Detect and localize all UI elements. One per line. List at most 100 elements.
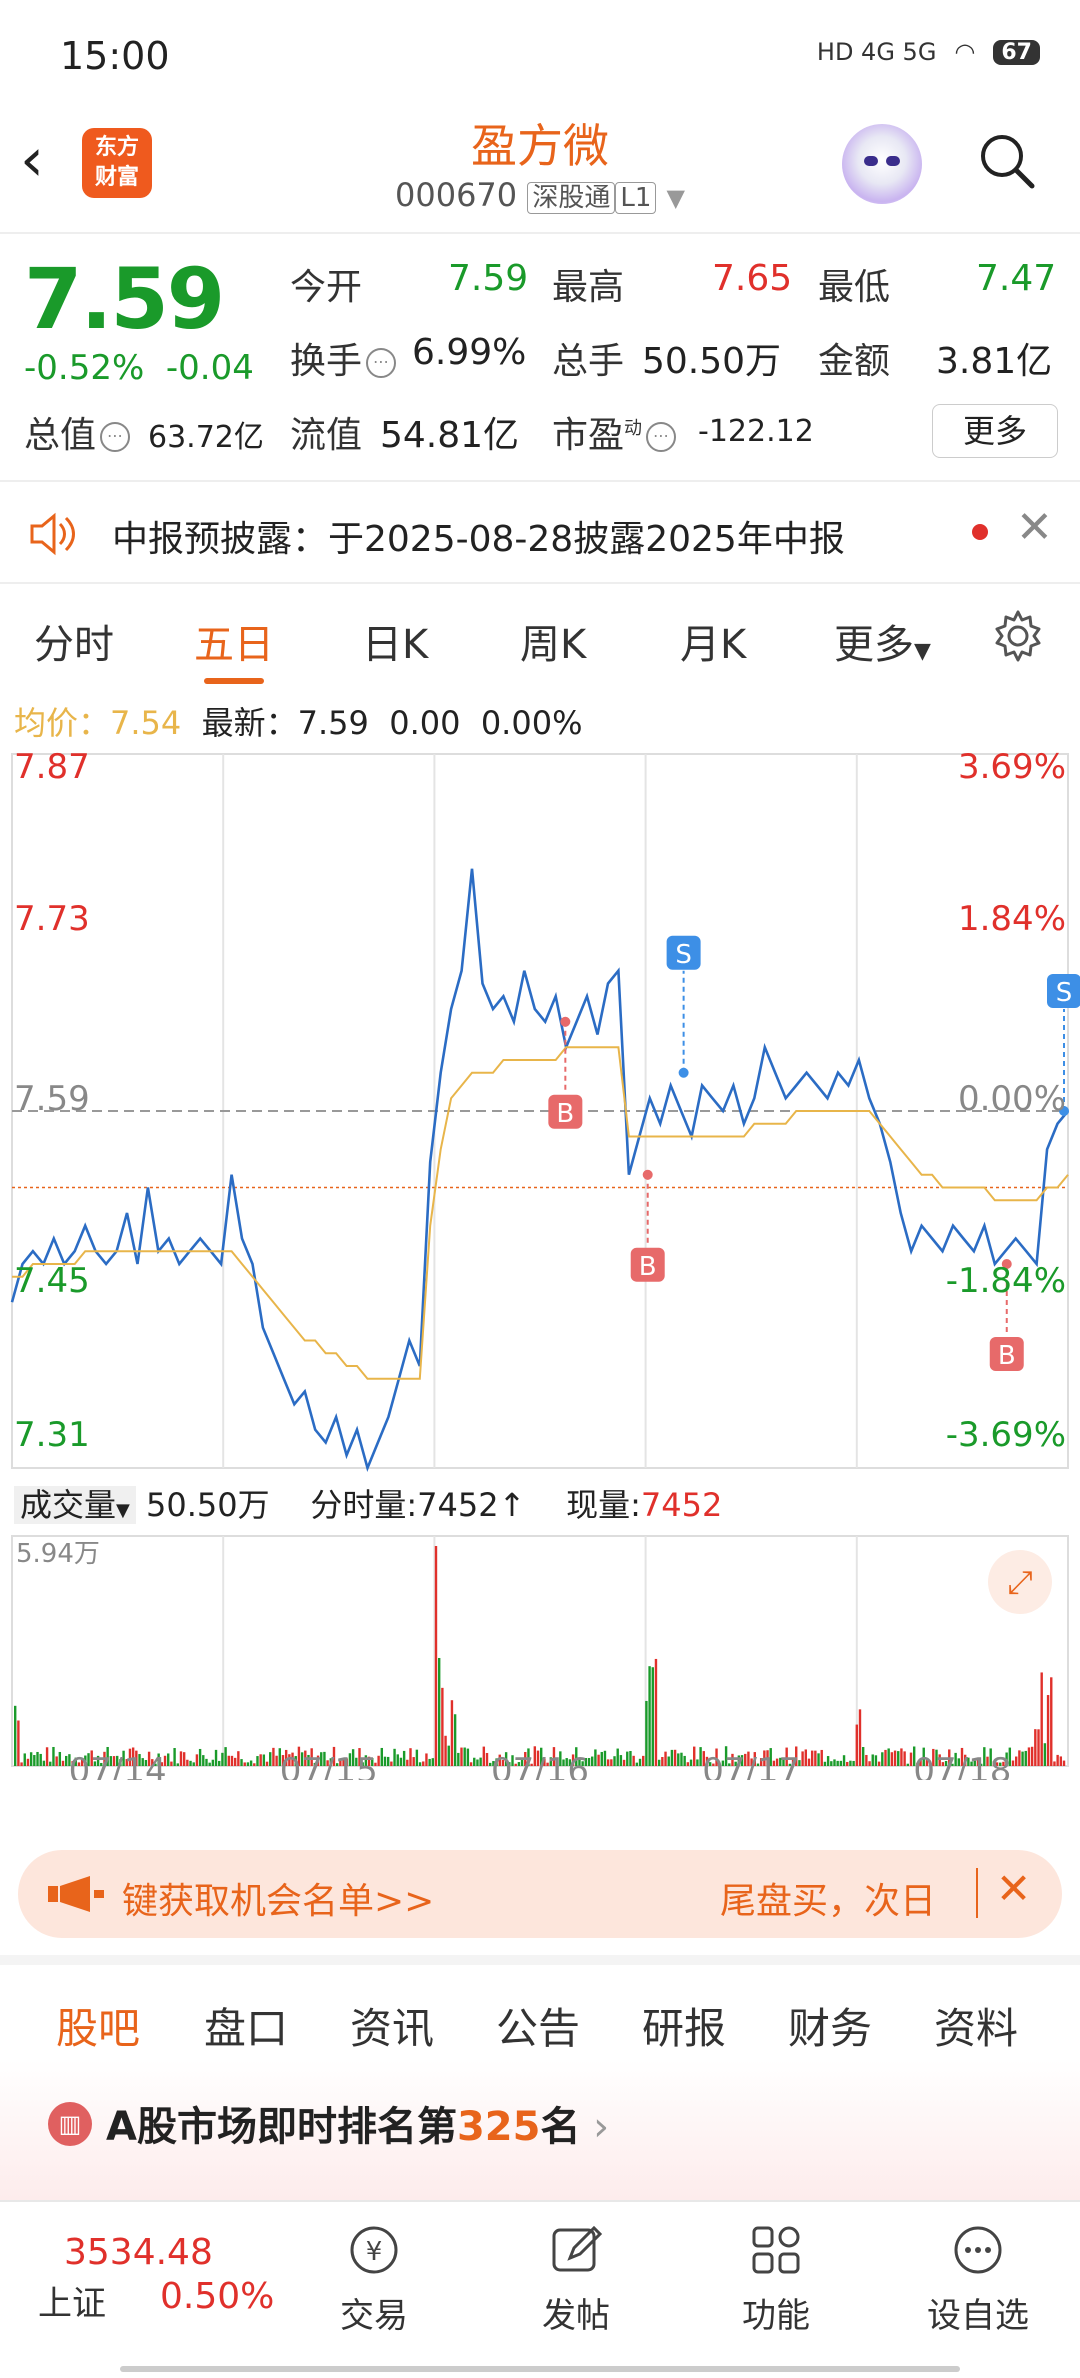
close-icon[interactable]: ✕	[1016, 502, 1053, 553]
info-icon[interactable]: ⋯	[366, 348, 397, 378]
volume-bar	[632, 1755, 635, 1766]
volume-bar	[428, 1758, 431, 1766]
tab-pankou[interactable]: 盘口	[204, 1995, 288, 2056]
notice-bar[interactable]: 中报预披露：于2025-08-28披露2025年中报 ✕	[0, 480, 1080, 584]
volume-bar	[823, 1761, 827, 1766]
volume-bar	[833, 1759, 836, 1766]
level-tag: L1	[615, 182, 657, 214]
info-icon[interactable]: ⋯	[646, 422, 677, 452]
edit-icon	[552, 2225, 603, 2272]
now-volume-label: 现量:	[566, 1486, 641, 1524]
rank-number: 325	[456, 2104, 541, 2150]
volume-bar	[597, 1754, 600, 1766]
volume-bar	[1014, 1756, 1018, 1766]
tab-research[interactable]: 研报	[642, 1995, 726, 2056]
ranking-text: A股市场即时排名第325名 ›	[106, 2094, 609, 2152]
volume-bar	[233, 1757, 237, 1766]
volume-bar	[817, 1753, 820, 1766]
volume-bar	[246, 1762, 250, 1766]
pe-label-text: 市盈	[552, 415, 625, 456]
volume-bar	[453, 1714, 457, 1766]
volume-bar	[26, 1758, 30, 1766]
volume-bar	[479, 1757, 482, 1766]
volume-selector[interactable]: 成交量▼	[14, 1486, 136, 1524]
tab-guba[interactable]: 股吧	[56, 1995, 141, 2076]
change-value: -0.04	[165, 348, 254, 388]
expand-icon[interactable]: ⤢	[988, 1550, 1052, 1614]
volume-bar	[240, 1759, 243, 1766]
tab-announcements[interactable]: 公告	[496, 1995, 580, 2056]
volume-bar	[406, 1759, 409, 1766]
axis-ticks: 7.87 7.73 7.59 7.45 7.31 3.69% 1.84% 0.00% -1.84…	[14, 750, 1066, 1780]
stock-code-line[interactable]: 000670 深股通 L1 ▼	[0, 176, 1080, 214]
volume-bar	[186, 1759, 189, 1766]
volume-bar	[635, 1762, 639, 1766]
marker-dot	[642, 1169, 653, 1180]
dropdown-icon: ▼	[914, 639, 931, 664]
tab-profile[interactable]: 资料	[934, 1995, 1018, 2056]
ranking-row[interactable]: ▥ A股市场即时排名第325名 ›	[0, 2060, 1080, 2200]
volume-bar	[1030, 1746, 1034, 1766]
volume-bar	[269, 1752, 272, 1766]
volume-bar	[677, 1753, 680, 1766]
index-pct: 0.50%	[160, 2276, 275, 2317]
nav-add-watchlist-label: 设自选	[927, 2296, 1029, 2336]
volume-bar	[469, 1762, 473, 1766]
settings-gear-icon[interactable]	[990, 608, 1046, 664]
robot-assistant-icon[interactable]	[842, 124, 922, 204]
promo-banner[interactable]: 键获取机会名单>> 尾盘买，次日 ✕	[18, 1850, 1062, 1938]
volume-bar	[858, 1709, 862, 1766]
nav-functions-label: 功能	[742, 2296, 810, 2336]
more-button[interactable]: 更多	[932, 404, 1058, 458]
nav-post-label: 发帖	[542, 2296, 610, 2336]
turnover-label-text: 换手	[290, 341, 363, 382]
float-label: 流值	[290, 415, 363, 456]
volume-bar	[1053, 1761, 1056, 1766]
latest-change: 0.00	[389, 704, 461, 742]
tick-volume: 7452	[417, 1486, 499, 1524]
turnover-label: 换手 ⋯	[290, 332, 400, 384]
tab-monthly-k[interactable]: 月K	[680, 612, 746, 670]
volume-bar	[65, 1755, 68, 1766]
volume-bar	[227, 1755, 230, 1766]
index-value[interactable]: 3534.48	[64, 2232, 213, 2273]
bottom-nav: 3534.48 上证 0.50% ¥ 交易 发帖 功能 设自选	[0, 2200, 1080, 2378]
five-day-chart[interactable]: B B S B S 7.87 7.73 7.59 7.45 7.31 3.69% 1.84% 0.00…	[0, 750, 1080, 1780]
wifi-icon: ◠	[954, 38, 976, 66]
volume-bar	[1050, 1677, 1053, 1766]
tab-daily-k[interactable]: 日K	[362, 612, 428, 670]
volume-bar	[205, 1758, 208, 1766]
high-label: 最高	[552, 267, 625, 308]
volume-bar	[1046, 1695, 1050, 1766]
nav-trade[interactable]: ¥ 交易	[314, 2222, 434, 2337]
pe-label: 市盈动 ⋯	[552, 406, 680, 458]
chart-tabs: 分时 五日 日K 周K 月K 更多▼	[0, 590, 1080, 684]
volume-bar	[610, 1759, 613, 1766]
volume-bar	[689, 1759, 693, 1766]
chart-grid	[11, 753, 1069, 1767]
volume-bar	[801, 1751, 804, 1766]
nav-post[interactable]: 发帖	[516, 2222, 636, 2337]
search-icon[interactable]	[976, 130, 1036, 190]
tab-intraday[interactable]: 分时	[34, 612, 114, 670]
nav-functions[interactable]: 功能	[716, 2222, 836, 2337]
tab-five-day[interactable]: 五日	[194, 612, 274, 684]
avg-label: 均价：	[14, 704, 111, 742]
volume-bar	[55, 1756, 58, 1766]
nav-add-watchlist[interactable]: 设自选	[918, 2222, 1038, 2337]
volume-bar	[20, 1762, 23, 1766]
volume-bar	[683, 1755, 686, 1766]
info-icon[interactable]: ⋯	[100, 422, 131, 452]
close-icon[interactable]: ✕	[996, 1864, 1031, 1913]
volume-bar	[485, 1752, 489, 1766]
tab-more[interactable]: 更多▼	[834, 612, 931, 670]
volume-bar	[881, 1752, 884, 1766]
stock-code: 000670	[394, 176, 518, 214]
volume-bar	[645, 1700, 648, 1766]
tab-news[interactable]: 资讯	[350, 1995, 434, 2056]
volume-bar	[906, 1763, 910, 1766]
tab-weekly-k[interactable]: 周K	[520, 612, 586, 670]
volume-bar	[45, 1747, 49, 1766]
amount-value: 3.81亿	[936, 341, 1053, 382]
tab-finance[interactable]: 财务	[788, 1995, 872, 2056]
